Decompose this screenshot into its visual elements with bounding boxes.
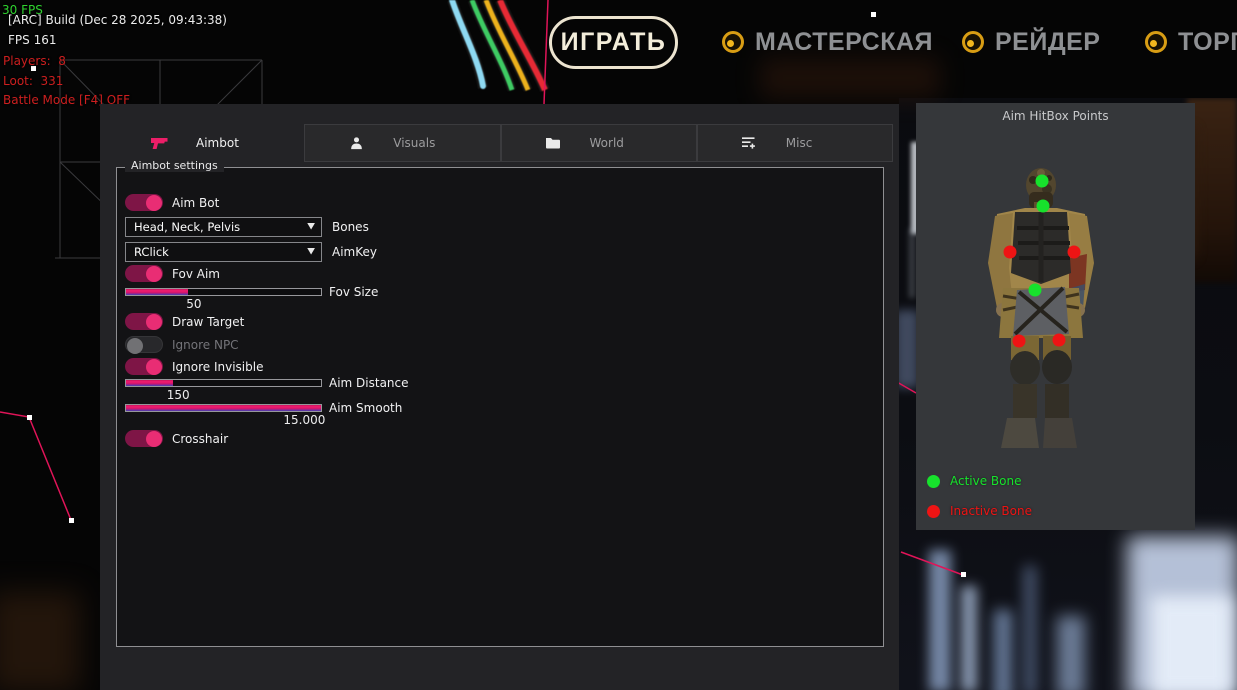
slider-label: Fov Size <box>329 285 378 299</box>
menu-item-trader[interactable]: ТОРГО <box>1145 28 1237 56</box>
fov-size-slider[interactable]: 50 Fov Size <box>125 288 322 296</box>
crosshair-toggle[interactable]: Crosshair <box>125 430 228 447</box>
bone-point-pelvis <box>1029 284 1042 297</box>
menu-item-label: ТОРГО <box>1178 28 1237 57</box>
ignore-invisible-toggle[interactable]: Ignore Invisible <box>125 358 263 375</box>
ignore-npc-toggle[interactable]: Ignore NPC <box>125 336 239 353</box>
hitbox-panel-title: Aim HitBox Points <box>916 109 1195 123</box>
tab-label: World <box>590 136 624 150</box>
person-icon <box>347 135 365 151</box>
tab-misc[interactable]: Misc <box>697 124 893 162</box>
menu-item-label: МАСТЕРСКАЯ <box>755 28 933 57</box>
toggle-switch[interactable] <box>125 430 163 447</box>
legend-label: Active Bone <box>950 474 1022 488</box>
bone-point-left-shoulder <box>1004 246 1017 259</box>
slider-fill <box>126 289 188 295</box>
slider-label: Aim Distance <box>329 376 409 390</box>
aim-smooth-slider[interactable]: 15.000 Aim Smooth <box>125 404 322 412</box>
toggle-label: Draw Target <box>172 315 244 329</box>
aimkey-dropdown[interactable]: RClick ▼ <box>125 242 322 262</box>
screen: 30 FPS [ARC] Build (Dec 28 2025, 09:43:3… <box>0 0 1237 690</box>
tab-bar: Aimbot Visuals World Misc <box>108 124 893 162</box>
play-button[interactable]: ИГРАТЬ <box>549 16 678 69</box>
toggle-switch[interactable] <box>125 265 163 282</box>
slider-track[interactable] <box>125 379 322 387</box>
draw-target-toggle[interactable]: Draw Target <box>125 313 244 330</box>
pistol-icon <box>150 135 168 151</box>
menu-item-raider[interactable]: РЕЙДЕР <box>962 28 1100 56</box>
aimkey-row: RClick ▼ AimKey <box>125 242 377 262</box>
chevron-down-icon: ▼ <box>307 222 315 231</box>
chevron-down-icon: ▼ <box>307 247 315 256</box>
slider-value: 150 <box>167 388 190 402</box>
toggle-label: Aim Bot <box>172 196 219 210</box>
slider-track[interactable] <box>125 404 322 412</box>
bone-point-head <box>1036 175 1049 188</box>
menu-item-label: РЕЙДЕР <box>995 28 1100 57</box>
dropdown-value: Head, Neck, Pelvis <box>134 220 240 234</box>
tab-aimbot[interactable]: Aimbot <box>108 124 304 162</box>
group-title: Aimbot settings <box>125 159 224 172</box>
hitbox-preview-panel: Aim HitBox Points <box>916 103 1195 530</box>
fov-aim-toggle[interactable]: Fov Aim <box>125 265 220 282</box>
menu-item-workshop[interactable]: МАСТЕРСКАЯ <box>722 28 933 56</box>
coin-icon <box>1145 31 1167 53</box>
slider-value: 15.000 <box>283 413 325 427</box>
inactive-bone-dot <box>927 505 940 518</box>
toggle-switch[interactable] <box>125 313 163 330</box>
game-main-menu: ИГРАТЬ МАСТЕРСКАЯ РЕЙДЕР ТОРГО <box>0 0 1237 98</box>
aim-bot-toggle[interactable]: Aim Bot <box>125 194 219 211</box>
coin-icon <box>962 31 984 53</box>
bone-point-left-knee <box>1013 335 1026 348</box>
aim-distance-slider[interactable]: 150 Aim Distance <box>125 379 322 387</box>
bones-dropdown[interactable]: Head, Neck, Pelvis ▼ <box>125 217 322 237</box>
dropdown-label: Bones <box>332 220 369 234</box>
tab-visuals[interactable]: Visuals <box>304 124 500 162</box>
dropdown-label: AimKey <box>332 245 377 259</box>
legend-active-bone: Active Bone <box>927 474 1022 488</box>
folder-icon <box>544 135 562 151</box>
dropdown-value: RClick <box>134 245 169 259</box>
bone-point-neck <box>1037 200 1050 213</box>
toggle-switch[interactable] <box>125 336 163 353</box>
slider-value: 50 <box>186 297 201 311</box>
toggle-switch[interactable] <box>125 194 163 211</box>
toggle-label: Crosshair <box>172 432 228 446</box>
legend-label: Inactive Bone <box>950 504 1032 518</box>
toggle-switch[interactable] <box>125 358 163 375</box>
tab-label: Aimbot <box>196 136 239 150</box>
slider-fill <box>126 380 173 386</box>
tab-label: Visuals <box>393 136 435 150</box>
aimbot-settings-group: Aimbot settings Aim Bot Head, Neck, Pelv… <box>116 167 884 647</box>
toggle-label: Fov Aim <box>172 267 220 281</box>
coin-icon <box>722 31 744 53</box>
slider-track[interactable] <box>125 288 322 296</box>
bone-point-right-shoulder <box>1068 246 1081 259</box>
slider-label: Aim Smooth <box>329 401 402 415</box>
bones-row: Head, Neck, Pelvis ▼ Bones <box>125 217 369 237</box>
legend-inactive-bone: Inactive Bone <box>927 504 1032 518</box>
toggle-label: Ignore NPC <box>172 338 239 352</box>
cheat-menu-panel: Aimbot Visuals World Misc <box>100 104 899 690</box>
tab-label: Misc <box>786 136 813 150</box>
bone-point-right-knee <box>1053 334 1066 347</box>
tab-world[interactable]: World <box>501 124 697 162</box>
toggle-label: Ignore Invisible <box>172 360 263 374</box>
slider-fill <box>126 405 321 411</box>
bg-glow <box>0 592 80 690</box>
active-bone-dot <box>927 475 940 488</box>
sliders-plus-icon <box>740 135 758 151</box>
